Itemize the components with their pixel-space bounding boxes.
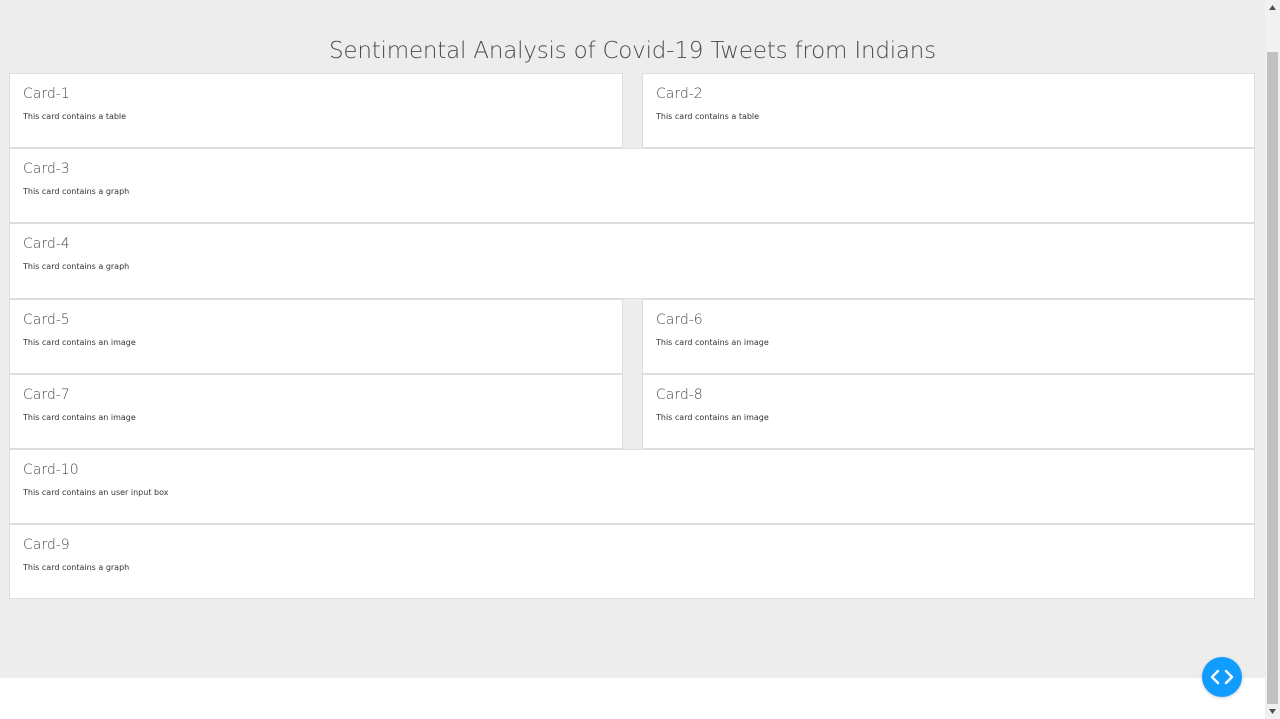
page-title: Sentimental Analysis of Covid-19 Tweets …	[329, 38, 936, 64]
card-title: Card-8	[656, 387, 703, 403]
card-title: Card-4	[23, 236, 70, 252]
card-description: This card contains an image	[656, 338, 769, 347]
card-description: This card contains a table	[656, 112, 760, 121]
card-title: Card-1	[23, 86, 70, 102]
card-title: Card-2	[656, 86, 703, 102]
card-title: Card-3	[23, 161, 70, 177]
card-10: Card-10 This card contains an user input…	[9, 449, 1255, 524]
card-6: Card-6 This card contains an image	[642, 299, 1255, 374]
card-2: Card-2 This card contains a table	[642, 73, 1255, 148]
triangle-up-icon	[1269, 5, 1276, 10]
card-title: Card-5	[23, 312, 70, 328]
card-9: Card-9 This card contains a graph	[9, 524, 1255, 599]
card-4: Card-4 This card contains a graph	[9, 223, 1255, 299]
card-1: Card-1 This card contains a table	[9, 73, 623, 148]
card-description: This card contains an image	[23, 338, 136, 347]
card-description: This card contains a table	[23, 112, 127, 121]
scroll-thumb[interactable]	[1267, 52, 1278, 704]
card-title: Card-9	[23, 537, 70, 553]
card-description: This card contains an image	[23, 413, 136, 422]
card-description: This card contains a graph	[23, 563, 130, 572]
card-3: Card-3 This card contains a graph	[9, 148, 1255, 223]
scroll-up-button[interactable]	[1265, 0, 1280, 15]
triangle-down-icon	[1269, 709, 1276, 714]
card-title: Card-10	[23, 462, 79, 478]
dev-tools-button[interactable]	[1202, 657, 1242, 697]
scroll-down-button[interactable]	[1265, 704, 1280, 719]
card-description: This card contains an user input box	[23, 488, 169, 497]
card-title: Card-7	[23, 387, 70, 403]
card-description: This card contains a graph	[23, 187, 130, 196]
card-title: Card-6	[656, 312, 703, 328]
card-description: This card contains an image	[656, 413, 769, 422]
card-7: Card-7 This card contains an image	[9, 374, 623, 449]
code-brackets-icon	[1210, 669, 1234, 685]
card-5: Card-5 This card contains an image	[9, 299, 623, 374]
card-8: Card-8 This card contains an image	[642, 374, 1255, 449]
card-description: This card contains a graph	[23, 262, 130, 271]
vertical-scrollbar[interactable]	[1265, 0, 1280, 719]
